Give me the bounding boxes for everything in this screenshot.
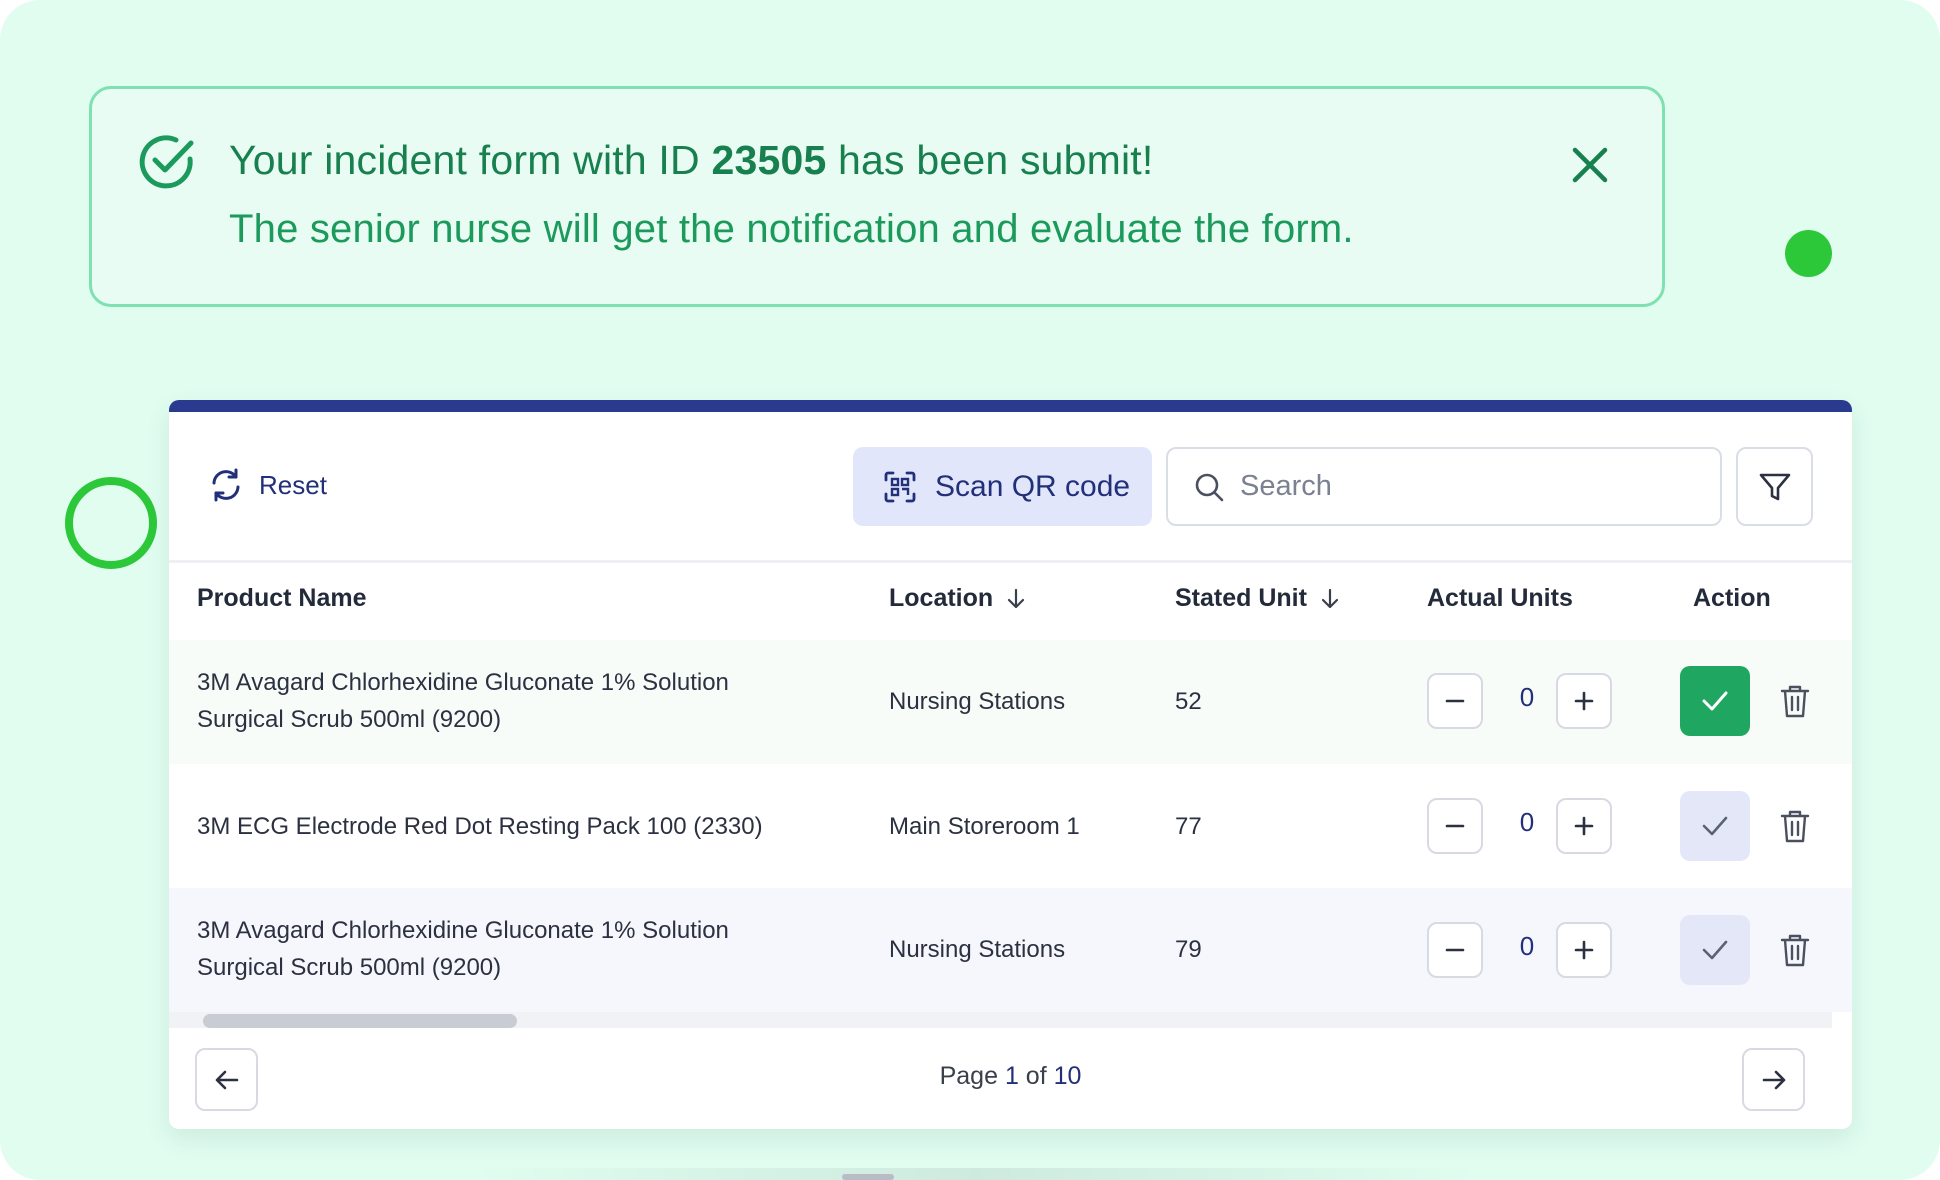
trash-icon[interactable] <box>1775 930 1815 970</box>
product-name: 3M Avagard Chlorhexidine Gluconate 1% So… <box>197 669 729 733</box>
table-row: 3M Avagard Chlorhexidine Gluconate 1% So… <box>169 640 1852 764</box>
filter-button[interactable] <box>1736 447 1813 526</box>
sort-down-icon <box>1321 588 1339 608</box>
confirm-button[interactable] <box>1680 915 1750 985</box>
actual-units-value: 0 <box>1519 931 1535 961</box>
filter-icon <box>1759 473 1790 500</box>
qr-scan-icon <box>884 471 916 502</box>
indicator-dot <box>1785 230 1832 277</box>
horizontal-scrollbar-thumb[interactable] <box>203 1014 517 1028</box>
increment-button[interactable] <box>1556 798 1612 854</box>
check-icon <box>1702 816 1728 836</box>
card-accent-bar <box>169 400 1852 412</box>
table-row: 3M ECG Electrode Red Dot Resting Pack 10… <box>169 764 1852 888</box>
location-cell: Main Storeroom 1 <box>889 813 1080 840</box>
inventory-card: Reset Scan QR code Search Product Name L… <box>169 400 1852 1129</box>
next-page-button[interactable] <box>1742 1048 1805 1111</box>
column-header-actual-units: Actual Units <box>1427 584 1573 612</box>
reset-button[interactable]: Reset <box>207 466 327 504</box>
current-page: 1 <box>1004 1062 1019 1090</box>
increment-button[interactable] <box>1556 922 1612 978</box>
stated-unit-cell: 79 <box>1175 936 1202 963</box>
column-header-stated-unit[interactable]: Stated Unit <box>1175 584 1343 613</box>
table-row: 3M Avagard Chlorhexidine Gluconate 1% So… <box>169 888 1852 1012</box>
product-name: 3M ECG Electrode Red Dot Resting Pack 10… <box>197 813 763 840</box>
location-cell: Nursing Stations <box>889 688 1066 715</box>
decrement-button[interactable] <box>1427 798 1483 854</box>
stated-unit-cell: 77 <box>1175 813 1202 840</box>
bottom-shadow <box>470 1168 1480 1180</box>
trash-icon[interactable] <box>1775 806 1815 846</box>
trash-icon[interactable] <box>1775 681 1815 721</box>
close-icon[interactable] <box>1566 141 1614 189</box>
search-input[interactable] <box>1240 470 1700 503</box>
check-circle-icon <box>139 135 194 189</box>
arrow-right-icon <box>1762 1070 1785 1089</box>
column-header-action: Action <box>1693 584 1771 612</box>
toast-message: The senior nurse will get the notificati… <box>229 207 1354 251</box>
product-name: 3M Avagard Chlorhexidine Gluconate 1% So… <box>197 917 729 981</box>
bottom-handle <box>842 1174 894 1180</box>
decrement-button[interactable] <box>1427 673 1483 729</box>
scan-qr-label: Scan QR code <box>935 469 1131 503</box>
plus-icon <box>1574 816 1594 836</box>
plus-icon <box>1574 940 1594 960</box>
page-indicator: Page 1 of 10 <box>939 1062 1082 1090</box>
check-icon <box>1702 691 1728 711</box>
stated-unit-cell: 52 <box>1175 688 1202 715</box>
search-box[interactable] <box>1166 447 1722 526</box>
increment-button[interactable] <box>1556 673 1612 729</box>
confirm-button[interactable] <box>1680 666 1750 736</box>
actual-units-value: 0 <box>1519 682 1535 712</box>
total-pages: 10 <box>1053 1062 1082 1090</box>
toast-title: Your incident form with ID 23505 has bee… <box>229 137 1154 183</box>
minus-icon <box>1445 699 1465 703</box>
decrement-button[interactable] <box>1427 922 1483 978</box>
scan-qr-button[interactable]: Scan QR code <box>853 447 1152 526</box>
reset-label: Reset <box>259 469 327 500</box>
header-divider <box>169 560 1852 563</box>
indicator-ring <box>65 477 157 569</box>
column-header-location[interactable]: Location <box>889 584 1029 613</box>
refresh-icon <box>212 468 240 502</box>
app-canvas: Your incident form with ID 23505 has bee… <box>0 0 1940 1180</box>
check-icon <box>1702 940 1728 960</box>
location-cell: Nursing Stations <box>889 936 1066 963</box>
search-icon <box>1195 473 1224 501</box>
form-id: 23505 <box>711 137 827 183</box>
plus-icon <box>1574 691 1594 711</box>
actual-units-value: 0 <box>1519 807 1535 837</box>
sort-down-icon <box>1008 588 1025 608</box>
column-header-product: Product Name <box>197 584 367 612</box>
success-toast: Your incident form with ID 23505 has bee… <box>89 86 1665 307</box>
minus-icon <box>1445 824 1465 828</box>
minus-icon <box>1445 948 1465 952</box>
confirm-button[interactable] <box>1680 791 1750 861</box>
